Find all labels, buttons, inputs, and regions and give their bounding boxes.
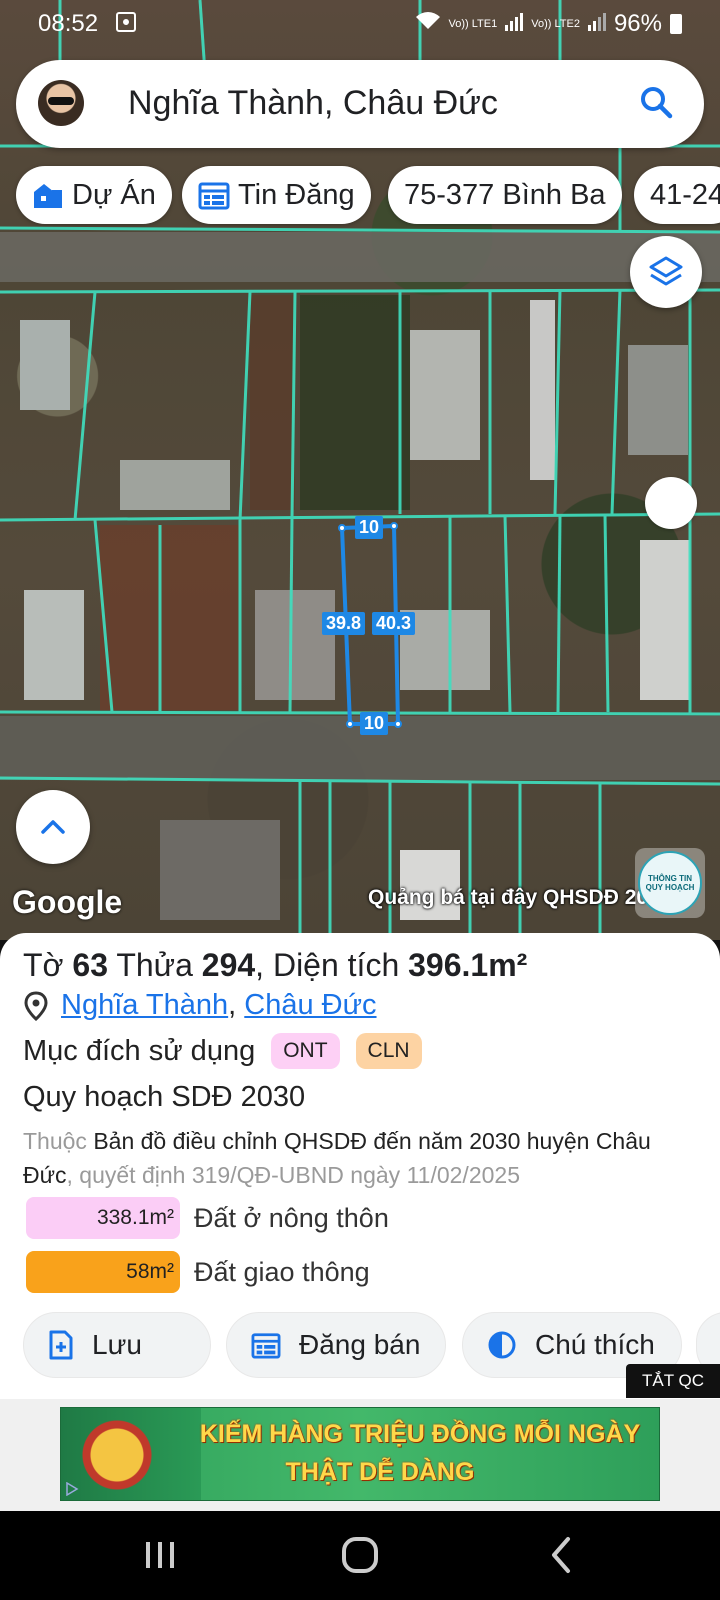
area-label-residential: Đất ở nông thôn <box>194 1202 389 1233</box>
chip-label: Tin Đăng <box>238 178 355 211</box>
promo-text[interactable]: Quảng bá tại đây QHSDĐ 2030 <box>368 886 671 910</box>
parcel-label: Thửa <box>116 947 193 983</box>
signal-icon-1 <box>505 10 524 38</box>
legend-label: Chú thích <box>535 1329 655 1360</box>
google-logo: Google <box>12 884 123 920</box>
land-use-purpose: Mục đích sử dụng ONT CLN <box>23 1033 422 1069</box>
search-icon[interactable] <box>636 82 676 122</box>
wifi-icon <box>415 10 441 38</box>
measure-top: 10 <box>355 516 384 539</box>
chip-du-an[interactable]: Dự Án <box>16 166 172 224</box>
post-sale-button[interactable]: Đăng bán <box>226 1312 446 1378</box>
plan-title: Quy hoạch SDĐ 2030 <box>23 1081 306 1113</box>
parcel-location: Nghĩa Thành, Châu Đức <box>23 989 377 1022</box>
tag-cln[interactable]: CLN <box>355 1033 422 1069</box>
parcel-title: Tờ 63 Thửa 294, Diện tích 396.1m² <box>23 947 527 984</box>
avatar[interactable] <box>38 80 84 126</box>
chip-label: 75-377 Bình Ba <box>404 178 606 211</box>
signal-icon-2 <box>587 10 606 38</box>
area-bar-traffic: 58m² <box>26 1251 180 1293</box>
expand-sheet-button[interactable] <box>16 790 90 864</box>
layers-icon <box>649 256 683 286</box>
chip-label: 41-24 <box>650 178 720 211</box>
parcel-sheet: Tờ 63 Thửa 294, Diện tích 396.1m² Nghĩa … <box>0 933 720 1399</box>
plan-decision: , quyết định 319/QĐ-UBND ngày 11/02/2025 <box>66 1162 520 1188</box>
area-value: 396.1m² <box>408 947 528 983</box>
close-ad-button[interactable]: TẮT QC <box>626 1364 720 1398</box>
location-link-district[interactable]: Châu Đức <box>244 989 376 1022</box>
system-nav-bar <box>0 1511 720 1600</box>
layers-button[interactable] <box>630 236 702 308</box>
measure-right: 40.3 <box>372 612 416 635</box>
status-bar: 08:52 Vo)) LTE1 Vo)) LTE2 96% <box>0 0 720 46</box>
status-time: 08:52 <box>38 10 99 37</box>
chip-plot-75-377[interactable]: 75-377 Bình Ba <box>388 166 622 224</box>
plan-prefix: Thuộc <box>23 1128 87 1154</box>
ad-banner-area: KIẾM HÀNG TRIỆU ĐỒNG MỖI NGÀY THẬT DỄ DÀ… <box>0 1399 720 1511</box>
ad-headline: KIẾM HÀNG TRIỆU ĐỒNG MỖI NGÀY <box>199 1420 641 1448</box>
ad-subline: THẬT DỄ DÀNG <box>285 1458 475 1486</box>
post-sale-label: Đăng bán <box>299 1329 421 1360</box>
area-label: , Diện tích <box>255 947 400 983</box>
home-icon[interactable] <box>338 1533 382 1577</box>
planning-info-logo[interactable]: THÔNG TIN QUY HOẠCH <box>635 848 705 918</box>
plan-description: Thuộc Bản đồ điều chỉnh QHSDĐ đến năm 20… <box>23 1124 703 1192</box>
ad-choices-icon[interactable] <box>65 1482 79 1496</box>
search-query[interactable]: Nghĩa Thành, Châu Đức <box>128 84 498 123</box>
chevron-up-icon <box>41 820 65 834</box>
search-bar[interactable]: Nghĩa Thành, Châu Đức <box>16 60 704 148</box>
area-row-residential: 338.1m² Đất ở nông thôn <box>26 1197 389 1239</box>
contrast-icon <box>488 1331 516 1359</box>
add-file-icon <box>49 1330 73 1360</box>
drag-handle[interactable] <box>645 477 697 529</box>
save-button[interactable]: Lưu <box>23 1312 211 1378</box>
sheet-number: 63 <box>72 947 109 983</box>
measure-left: 39.8 <box>322 612 366 635</box>
planning-logo-text: THÔNG TIN QUY HOẠCH <box>638 851 702 915</box>
measure-bottom: 10 <box>360 712 389 735</box>
location-pin-icon <box>24 990 48 1021</box>
signal-sim1: Vo)) LTE1 <box>448 17 498 30</box>
tag-ont[interactable]: ONT <box>271 1033 340 1069</box>
battery-icon <box>670 14 682 34</box>
chip-plot-41-24[interactable]: 41-24 <box>634 166 720 224</box>
area-bar-residential: 338.1m² <box>26 1197 180 1239</box>
listing-icon <box>251 1333 281 1359</box>
location-separator: , <box>228 989 237 1021</box>
purpose-label: Mục đích sử dụng <box>23 1034 256 1067</box>
battery-percent: 96% <box>613 10 662 37</box>
screenshot-icon <box>116 12 136 32</box>
chip-tin-dang[interactable]: Tin Đăng <box>182 166 371 224</box>
location-link-commune[interactable]: Nghĩa Thành <box>61 989 228 1022</box>
area-row-traffic: 58m² Đất giao thông <box>26 1251 370 1293</box>
ad-banner[interactable]: KIẾM HÀNG TRIỆU ĐỒNG MỖI NGÀY THẬT DỄ DÀ… <box>60 1407 660 1501</box>
back-icon[interactable] <box>540 1533 584 1577</box>
recent-apps-icon[interactable] <box>138 1533 182 1577</box>
listing-icon <box>198 182 230 210</box>
sheet-label: Tờ <box>23 947 64 983</box>
save-label: Lưu <box>92 1329 142 1360</box>
area-label-traffic: Đất giao thông <box>194 1256 370 1287</box>
parcel-number: 294 <box>201 947 256 983</box>
signal-sim2: Vo)) LTE2 <box>531 17 580 30</box>
building-icon <box>34 184 62 208</box>
chip-label: Dự Án <box>72 178 156 211</box>
